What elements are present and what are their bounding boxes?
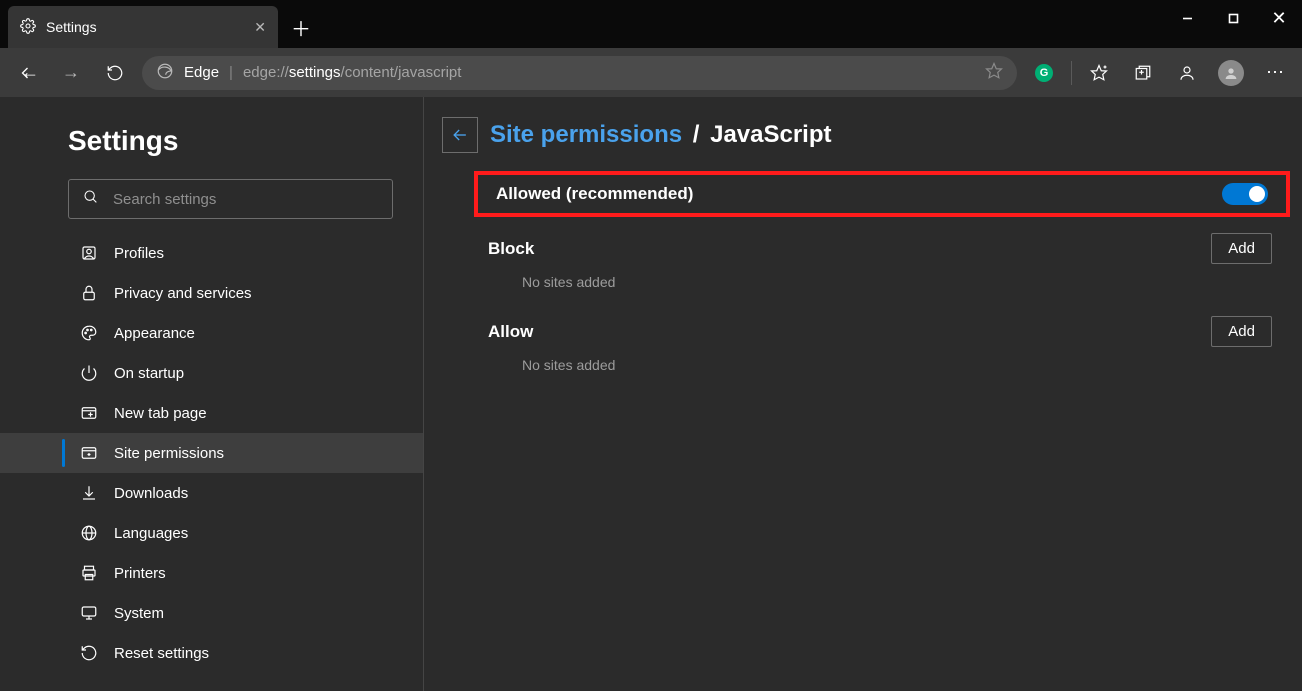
breadcrumb-current: JavaScript [710,121,831,148]
section-empty-text: No sites added [522,357,1302,373]
sidebar-item-label: Profiles [114,245,164,262]
section-title: Allow [488,322,533,342]
tab-bar: Settings ✕ ＋ ✕ [0,0,1302,48]
address-url: edge://settings/content/javascript [243,64,461,81]
address-label: Edge [184,64,219,81]
allowed-toggle-row: Allowed (recommended) [474,171,1290,217]
favorite-star-icon[interactable] [985,62,1003,84]
sidebar-item-label: Reset settings [114,645,209,662]
section-empty-text: No sites added [522,274,1302,290]
address-separator: | [229,64,233,81]
profiles-icon [80,244,98,262]
profile-avatar[interactable] [1214,56,1248,90]
sidebar-item-reset[interactable]: Reset settings [0,633,423,673]
maximize-button[interactable] [1210,0,1256,36]
system-icon [80,604,98,622]
collections-button[interactable] [1126,56,1160,90]
reset-icon [80,644,98,662]
content-area: Settings Profiles Privacy and services App… [0,97,1302,691]
download-icon [80,484,98,502]
sidebar-item-lock[interactable]: Privacy and services [0,273,423,313]
sidebar-item-download[interactable]: Downloads [0,473,423,513]
refresh-button[interactable] [98,56,132,90]
sidebar-item-label: Languages [114,525,188,542]
settings-search[interactable] [68,179,393,219]
profile-icon-2[interactable] [1170,56,1204,90]
sidebar-item-label: Downloads [114,485,188,502]
sidebar-item-printer[interactable]: Printers [0,553,423,593]
allowed-toggle[interactable] [1222,183,1268,205]
search-icon [83,189,99,210]
gear-icon [20,18,36,37]
sidebar-item-profiles[interactable]: Profiles [0,233,423,273]
browser-tab[interactable]: Settings ✕ [8,6,278,48]
globe-icon [80,524,98,542]
power-icon [80,364,98,382]
close-window-button[interactable]: ✕ [1256,0,1302,36]
sidebar-item-power[interactable]: On startup [0,353,423,393]
new-tab-button[interactable]: ＋ [284,10,318,44]
favorites-button[interactable] [1082,56,1116,90]
sidebar-item-label: Appearance [114,325,195,342]
sidebar-item-palette[interactable]: Appearance [0,313,423,353]
sidebar-item-newtab[interactable]: New tab page [0,393,423,433]
more-menu-button[interactable]: ⋯ [1258,56,1292,90]
back-button[interactable]: ← [10,56,44,90]
sidebar-item-label: Privacy and services [114,285,252,302]
add-site-button-block[interactable]: Add [1211,233,1272,264]
sidebar-item-label: Printers [114,565,166,582]
sidebar-item-globe[interactable]: Languages [0,513,423,553]
breadcrumb: Site permissions / JavaScript [490,121,832,149]
section-title: Block [488,239,534,259]
section-header-block: Block Add [488,233,1272,264]
toolbar: ← → Edge | edge://settings/content/javas… [0,48,1302,97]
address-bar[interactable]: Edge | edge://settings/content/javascrip… [142,56,1017,90]
allowed-label: Allowed (recommended) [496,184,693,204]
settings-nav: Profiles Privacy and services Appearance On… [0,233,423,673]
tab-title: Settings [46,19,97,35]
lock-icon [80,284,98,302]
edge-logo-icon [156,62,174,84]
printer-icon [80,564,98,582]
section-header-allow: Allow Add [488,316,1272,347]
add-site-button-allow[interactable]: Add [1211,316,1272,347]
sidebar-item-system[interactable]: System [0,593,423,633]
settings-main: Site permissions / JavaScript Allowed (r… [424,97,1302,691]
perm-icon [80,444,98,462]
breadcrumb-row: Site permissions / JavaScript [424,117,1302,153]
toolbar-divider [1071,61,1072,85]
settings-search-input[interactable] [111,190,378,209]
sidebar-item-label: New tab page [114,405,207,422]
sidebar-item-label: On startup [114,365,184,382]
sidebar-item-perm[interactable]: Site permissions [0,433,423,473]
settings-sidebar: Settings Profiles Privacy and services App… [0,97,424,691]
newtab-icon [80,404,98,422]
breadcrumb-back-button[interactable] [442,117,478,153]
breadcrumb-parent-link[interactable]: Site permissions [490,121,682,148]
settings-heading: Settings [68,125,423,157]
close-tab-icon[interactable]: ✕ [254,19,266,36]
sidebar-item-label: System [114,605,164,622]
extension-grammarly[interactable]: G [1027,56,1061,90]
palette-icon [80,324,98,342]
forward-button[interactable]: → [54,56,88,90]
minimize-button[interactable] [1164,0,1210,36]
window-controls: ✕ [1164,0,1302,36]
sidebar-item-label: Site permissions [114,445,224,462]
